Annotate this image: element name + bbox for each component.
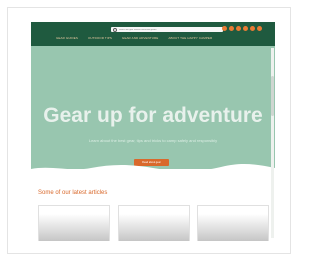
twitter-icon[interactable] xyxy=(229,26,234,31)
instagram-icon[interactable] xyxy=(236,26,241,31)
top-bar: GEAR GUIDES OUTDOOR TIPS GEAR AND ADVENT… xyxy=(31,22,275,46)
youtube-icon[interactable] xyxy=(243,26,248,31)
hero-wave-divider xyxy=(31,164,275,173)
latest-articles-title: Some of our latest articles xyxy=(38,190,108,196)
nav-outdoor-tips[interactable]: OUTDOOR TIPS xyxy=(88,36,112,40)
facebook-icon[interactable] xyxy=(222,26,227,31)
nav-about[interactable]: ABOUT THE HAPPY CAMPER xyxy=(168,36,212,40)
search-input[interactable] xyxy=(117,27,219,32)
nav-gear-and-adventure[interactable]: GEAR AND ADVENTURE xyxy=(122,36,158,40)
pinterest-icon[interactable] xyxy=(250,26,255,31)
main-nav: GEAR GUIDES OUTDOOR TIPS GEAR AND ADVENT… xyxy=(56,36,212,40)
hero-banner: Gear up for adventure Learn about the be… xyxy=(31,46,275,169)
hero-subtitle: Learn about the best gear, tips and tric… xyxy=(88,138,218,143)
webpage: GEAR GUIDES OUTDOOR TIPS GEAR AND ADVENT… xyxy=(31,22,275,241)
nav-gear-guides[interactable]: GEAR GUIDES xyxy=(56,36,78,40)
article-card[interactable] xyxy=(197,205,269,241)
scrollbar[interactable] xyxy=(271,48,274,238)
scrollbar-thumb[interactable] xyxy=(271,76,274,116)
search-box[interactable] xyxy=(111,27,223,32)
article-card[interactable] xyxy=(118,205,190,241)
social-icons xyxy=(222,26,262,31)
hero-title: Gear up for adventure xyxy=(43,104,263,127)
rss-icon[interactable] xyxy=(257,26,262,31)
article-cards xyxy=(38,205,269,241)
article-card[interactable] xyxy=(38,205,110,241)
